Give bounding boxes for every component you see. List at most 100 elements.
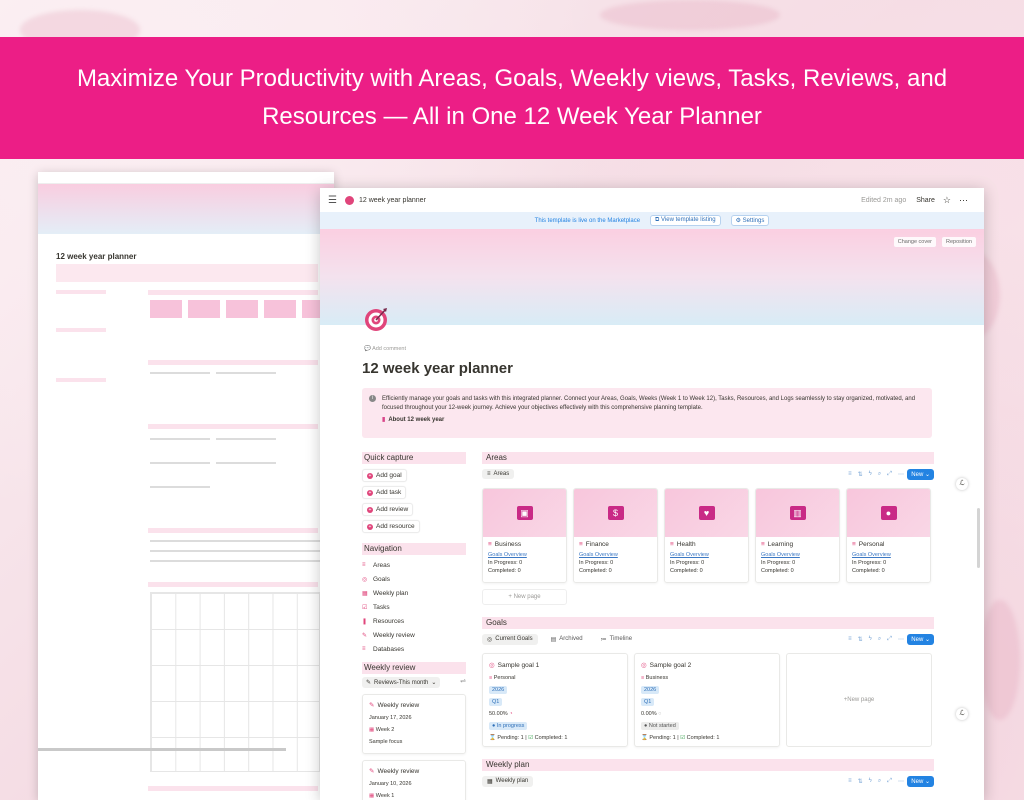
area-card-personal[interactable]: ● ≡ Personal Goals Overview In Progress: …	[846, 488, 931, 583]
about-link[interactable]: ▮ About 12 week year	[382, 416, 922, 425]
money-bag-icon: $	[607, 506, 624, 520]
area-card-health[interactable]: ♥ ≡ Health Goals Overview In Progress: 0 …	[664, 488, 749, 583]
database-icon: ≡	[670, 541, 674, 548]
search-icon[interactable]: ⌕	[878, 471, 881, 478]
expand-icon[interactable]: ⤢	[887, 636, 892, 643]
area-card-business[interactable]: ▣ ≡ Business Goals Overview In Progress: …	[482, 488, 567, 583]
tab-archived[interactable]: ▤ Archived	[546, 634, 588, 645]
more-icon[interactable]: ⋯	[898, 778, 904, 785]
add-goal-button[interactable]: + Add goal	[362, 469, 407, 482]
weekly-plan-new-button[interactable]: New ⌄	[907, 775, 934, 787]
lightning-icon[interactable]: ϟ	[869, 778, 872, 785]
sort-icon[interactable]: ⇅	[858, 636, 863, 643]
sort-icon[interactable]: ⇅	[858, 778, 863, 785]
view-listing-button[interactable]: ⧉ View template listing	[650, 215, 721, 226]
filter-icon[interactable]: ≡	[848, 636, 852, 643]
review-card[interactable]: ✎ Weekly review January 17, 2026 ▦ Week 2…	[362, 694, 466, 754]
callout-text: Efficiently manage your goals and tasks …	[382, 396, 916, 411]
share-button[interactable]: Share	[916, 197, 935, 204]
database-icon: ≡	[641, 675, 645, 681]
database-icon: ≡	[488, 541, 492, 548]
nav-item-databases[interactable]: ≡ Databases	[362, 642, 466, 656]
search-icon[interactable]: ⌕	[878, 636, 881, 643]
headline-banner: Maximize Your Productivity with Areas, G…	[0, 37, 1024, 159]
areas-view-tab[interactable]: ≡ Areas	[482, 469, 515, 479]
sort-icon[interactable]: ⇅	[858, 471, 863, 478]
ai-assistant-icon[interactable]: ℒ	[956, 478, 968, 490]
area-card-finance[interactable]: $ ≡ Finance Goals Overview In Progress: 0…	[573, 488, 658, 583]
target-icon: ◎	[487, 636, 493, 643]
nav-item-weekly-plan[interactable]: ▦ Weekly plan	[362, 586, 466, 600]
pencil-icon: ✎	[362, 632, 368, 639]
add-comment-button[interactable]: 💬 Add comment	[364, 346, 406, 352]
main-content: Areas ≡ Areas ≡ ⇅ ϟ ⌕ ⤢ ⋯ New ⌄ ▣ ≡ Busine…	[482, 452, 934, 789]
nav-item-goals[interactable]: ◎ Goals	[362, 572, 466, 586]
check-icon: ☑	[528, 735, 534, 741]
nav-item-tasks[interactable]: ☑ Tasks	[362, 600, 466, 614]
calendar-icon: ▦	[362, 590, 368, 597]
settings-button[interactable]: ⚙ Settings	[730, 215, 770, 226]
marketplace-bar: This template is live on the Marketplace…	[320, 212, 984, 229]
breadcrumb-title[interactable]: 12 week year planner	[359, 197, 426, 204]
goal-card[interactable]: ◎ Sample goal 1 ≡ Personal 2026 Q1 50.00%…	[482, 653, 628, 747]
check-icon: ☑	[680, 735, 686, 741]
goals-new-button[interactable]: New ⌄	[907, 633, 934, 645]
filter-icon[interactable]: ≡	[848, 778, 852, 785]
navigation-heading: Navigation	[362, 543, 466, 555]
filter-icon[interactable]: ≡	[848, 471, 852, 478]
menu-icon[interactable]: ☰	[328, 195, 337, 206]
heart-icon: ♥	[698, 506, 715, 520]
review-view-select[interactable]: ✎ Reviews-This month ⌄	[362, 677, 441, 688]
review-card[interactable]: ✎ Weekly review January 10, 2026 ▦ Week 1	[362, 760, 466, 800]
timeline-icon: ≔	[600, 636, 607, 643]
view-tools: ≡ ⇅ ϟ ⌕ ⤢ ⋯	[848, 471, 904, 478]
book-icon: ▮	[382, 417, 386, 423]
expand-icon[interactable]: ⤢	[887, 471, 892, 478]
ai-assistant-icon[interactable]: ℒ	[956, 708, 968, 720]
lightning-icon[interactable]: ϟ	[869, 471, 872, 478]
page-title: 12 week year planner	[362, 360, 513, 377]
reposition-button[interactable]: Reposition	[942, 237, 976, 247]
search-icon[interactable]: ⌕	[878, 778, 881, 785]
archive-icon: ▤	[550, 636, 557, 643]
bookmark-icon: ❚	[362, 618, 368, 625]
star-icon[interactable]: ☆	[943, 195, 951, 206]
areas-new-page-button[interactable]: + New page	[482, 589, 567, 605]
areas-new-button[interactable]: New ⌄	[907, 468, 934, 480]
full-page-preview: 12 week year planner	[38, 172, 334, 800]
layers-icon: ≡	[487, 471, 491, 477]
more-icon[interactable]: ⋯	[898, 636, 904, 643]
area-card-learning[interactable]: ▥ ≡ Learning Goals Overview In Progress: …	[755, 488, 840, 583]
more-icon[interactable]: ⋯	[959, 195, 968, 206]
nav-item-areas[interactable]: ≡ Areas	[362, 558, 466, 572]
plus-icon: +	[367, 523, 373, 530]
nav-item-resources[interactable]: ❚ Resources	[362, 614, 466, 628]
lightning-icon[interactable]: ϟ	[869, 636, 872, 643]
add-task-button[interactable]: + Add task	[362, 486, 407, 499]
pencil-icon: ✎	[369, 702, 375, 709]
target-icon[interactable]	[364, 306, 390, 332]
goals-new-page-button[interactable]: + New page	[786, 653, 932, 747]
mini-title: 12 week year planner	[56, 252, 137, 261]
marketplace-notice: This template is live on the Marketplace	[534, 217, 641, 224]
tab-current-goals[interactable]: ◎ Current Goals	[482, 633, 538, 645]
add-review-button[interactable]: + Add review	[362, 503, 414, 516]
scrollbar[interactable]	[977, 508, 980, 568]
weekly-plan-view-tab[interactable]: ▦ Weekly plan	[482, 775, 534, 787]
nav-item-weekly-review[interactable]: ✎ Weekly review	[362, 628, 466, 642]
headline: Maximize Your Productivity with Areas, G…	[76, 65, 948, 130]
database-icon: ≡	[852, 541, 856, 548]
view-tools: ≡ ⇅ ϟ ⌕ ⤢ ⋯	[848, 636, 904, 643]
change-cover-button[interactable]: Change cover	[893, 237, 936, 247]
add-resource-button[interactable]: + Add resource	[362, 520, 420, 533]
goal-card[interactable]: ◎ Sample goal 2 ≡ Business 2026 Q1 0.00% …	[634, 653, 780, 747]
tab-timeline[interactable]: ≔ Timeline	[596, 634, 637, 645]
page-target-icon	[344, 195, 354, 205]
filter-icon[interactable]: ⇌	[460, 677, 466, 685]
calendar-icon: ▦	[487, 778, 493, 785]
expand-icon[interactable]: ⤢	[887, 778, 892, 785]
pencil-icon: ✎	[366, 680, 372, 686]
view-tools: ≡ ⇅ ϟ ⌕ ⤢ ⋯	[848, 778, 904, 785]
more-icon[interactable]: ⋯	[898, 471, 904, 478]
weekly-plan-heading: Weekly plan	[482, 759, 934, 771]
